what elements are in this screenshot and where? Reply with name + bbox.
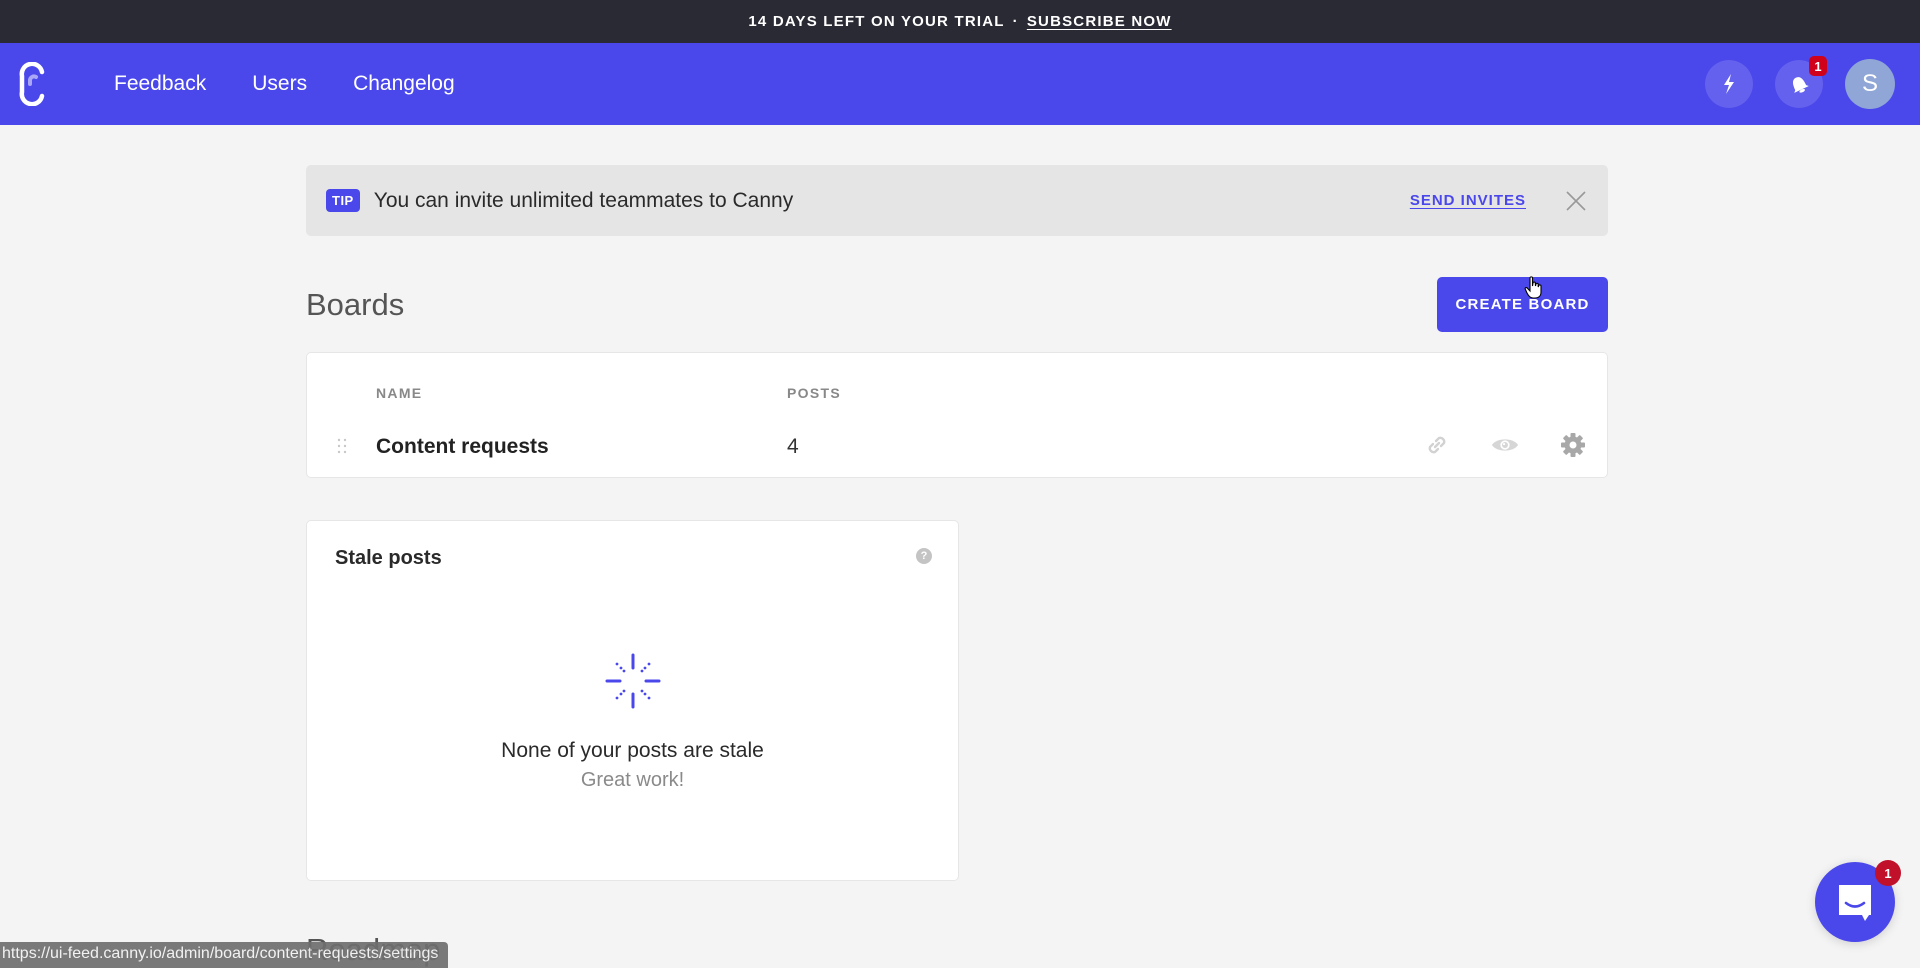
main-content: TIP You can invite unlimited teammates t…	[306, 165, 1608, 881]
tip-text: You can invite unlimited teammates to Ca…	[373, 188, 794, 212]
row-actions	[1423, 431, 1587, 459]
lightning-icon	[1724, 74, 1734, 94]
boards-title: Boards	[306, 286, 405, 322]
sparkle-icon	[605, 653, 661, 709]
quick-actions-button[interactable]	[1705, 60, 1753, 108]
send-invites-link[interactable]: SEND INVITES	[1410, 192, 1526, 209]
canny-logo-icon[interactable]	[16, 62, 50, 106]
chat-widget-button[interactable]: 1	[1815, 860, 1901, 942]
chat-icon	[1839, 885, 1871, 921]
tip-banner: TIP You can invite unlimited teammates t…	[306, 165, 1608, 236]
hand-pointer-cursor-icon	[1524, 276, 1542, 299]
trial-separator: ·	[1012, 13, 1019, 30]
tip-badge: TIP	[326, 189, 360, 212]
trial-text: 14 DAYS LEFT ON YOUR TRIAL	[748, 13, 1005, 30]
drag-handle-icon[interactable]	[337, 437, 347, 455]
column-header-posts: POSTS	[787, 385, 841, 401]
nav-links: Feedback Users Changelog	[114, 72, 455, 96]
nav-actions: 1 S	[1705, 43, 1895, 125]
boards-table: NAME POSTS Content requests 4	[306, 352, 1608, 478]
close-icon[interactable]	[1564, 189, 1588, 213]
stale-posts-title: Stale posts	[335, 547, 442, 569]
top-nav: Feedback Users Changelog 1 S	[0, 43, 1920, 125]
boards-header: Boards CREATE BOARD	[306, 277, 1608, 332]
user-avatar[interactable]: S	[1845, 59, 1895, 109]
bell-icon	[1792, 77, 1809, 93]
board-posts-count: 4	[787, 435, 799, 458]
trial-banner: 14 DAYS LEFT ON YOUR TRIAL · SUBSCRIBE N…	[0, 0, 1920, 43]
stale-posts-card: Stale posts ? None of your posts are sta…	[306, 520, 959, 881]
board-name[interactable]: Content requests	[376, 435, 549, 459]
nav-users[interactable]: Users	[252, 72, 307, 96]
notifications-badge: 1	[1809, 56, 1827, 76]
nav-feedback[interactable]: Feedback	[114, 72, 206, 96]
column-header-name: NAME	[376, 385, 423, 401]
notifications-button[interactable]: 1	[1775, 56, 1827, 108]
subscribe-now-link[interactable]: SUBSCRIBE NOW	[1027, 13, 1172, 30]
stale-empty-title: None of your posts are stale	[501, 739, 764, 762]
gear-icon[interactable]	[1559, 431, 1587, 459]
link-icon[interactable]	[1423, 431, 1451, 459]
chat-badge: 1	[1875, 860, 1901, 886]
status-bar-url: https://ui-feed.canny.io/admin/board/con…	[0, 942, 449, 968]
table-row[interactable]: Content requests 4	[307, 429, 1607, 465]
help-icon[interactable]: ?	[916, 548, 932, 564]
stale-empty-subtitle: Great work!	[580, 769, 685, 791]
nav-changelog[interactable]: Changelog	[353, 72, 455, 96]
eye-icon[interactable]	[1491, 431, 1519, 459]
create-board-button[interactable]: CREATE BOARD	[1437, 277, 1608, 332]
